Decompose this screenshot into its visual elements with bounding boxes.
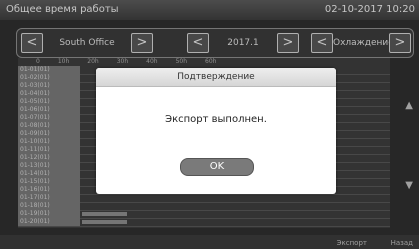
confirmation-dialog: Подтверждение Экспорт выполнен. OK [96,68,336,194]
dialog-message: Экспорт выполнен. [165,114,267,125]
ok-button[interactable]: OK [180,158,254,176]
dialog-title: Подтверждение [96,68,336,87]
